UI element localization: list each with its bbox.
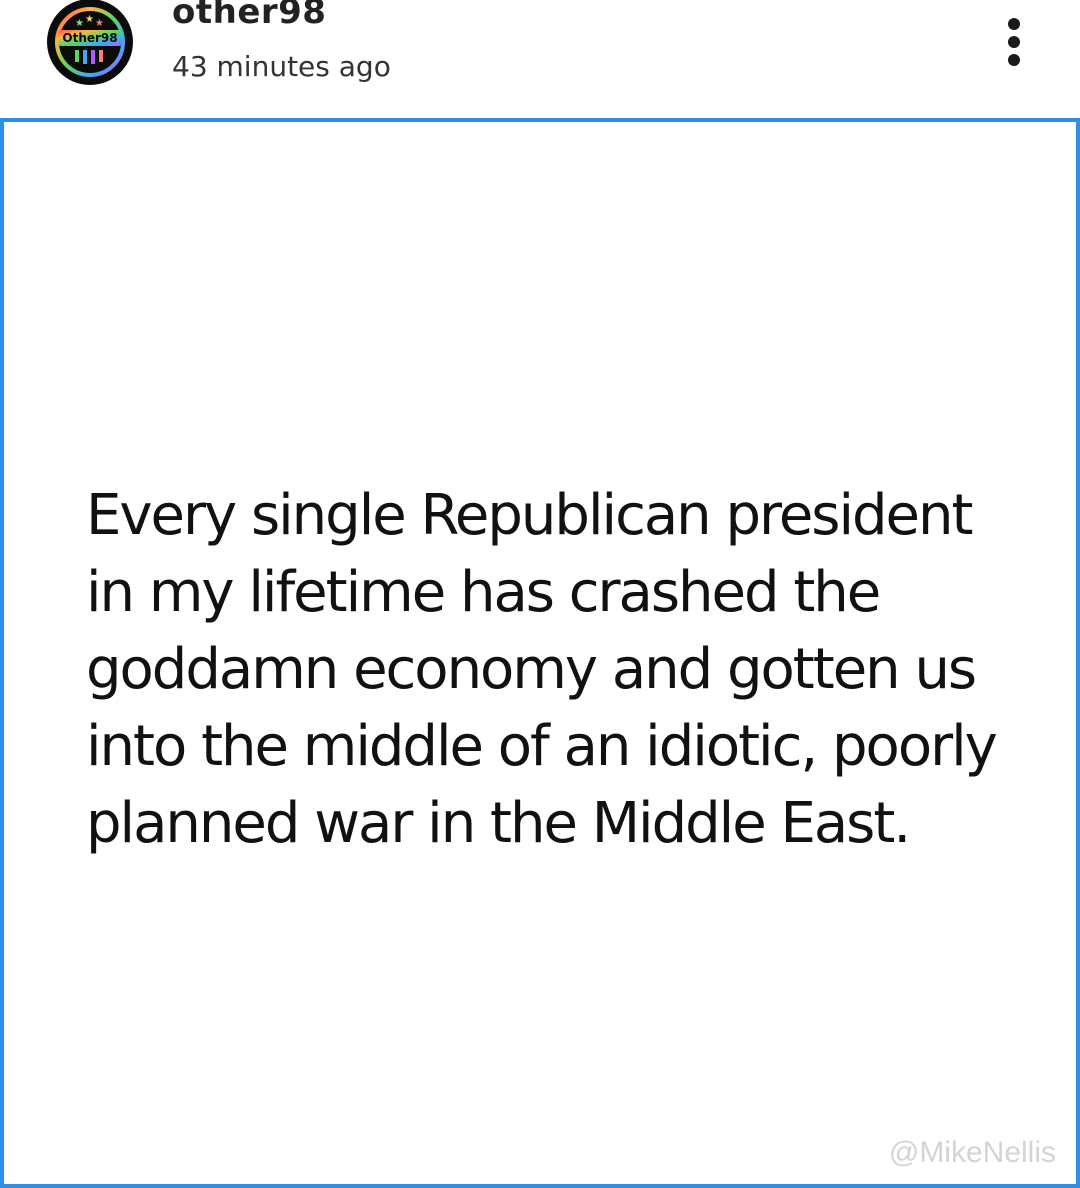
post-body-text: Every single Republican president in my …	[86, 483, 998, 856]
more-dot	[1008, 36, 1020, 48]
avatar-logo-text: Other98	[62, 31, 117, 45]
more-options-icon[interactable]	[996, 12, 1032, 68]
svg-text:★: ★	[75, 18, 84, 29]
avatar[interactable]: ★ ★ ★ Other98	[44, 0, 136, 86]
svg-text:★: ★	[85, 14, 94, 25]
timestamp: 43 minutes ago	[172, 50, 391, 83]
username[interactable]: other98	[172, 0, 326, 32]
other98-logo-icon: ★ ★ ★ Other98	[47, 0, 133, 85]
post-header: ★ ★ ★ Other98 other98 43 minutes ago	[0, 0, 1080, 118]
post-card: Every single Republican president in my …	[0, 118, 1080, 1188]
watermark: @MikeNellis	[888, 1136, 1056, 1169]
more-dot	[1008, 18, 1020, 30]
svg-text:★: ★	[95, 18, 104, 29]
more-dot	[1008, 54, 1020, 66]
